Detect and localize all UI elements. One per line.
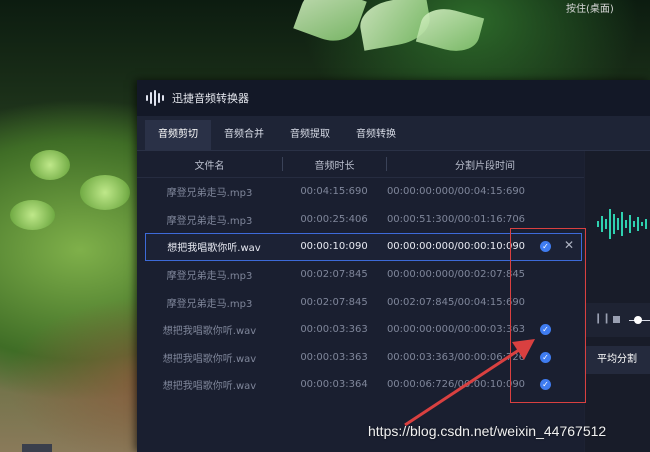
sprout-decoration [80,175,130,210]
cell-duration: 00:02:07:845 [300,269,368,281]
preview-panel: ❙❙ 平均分割 [585,151,650,452]
title-bar[interactable]: 迅捷音频转换器 [137,80,650,116]
cell-duration: 00:00:25:406 [300,213,368,225]
tab-bar: 音频剪切 音频合并 音频提取 音频转换 [137,116,650,151]
app-logo-icon [146,90,164,106]
app-title: 迅捷音频转换器 [172,92,249,105]
stop-icon[interactable] [613,316,620,323]
taskbar-item[interactable] [22,444,52,452]
pause-icon[interactable]: ❙❙ [594,313,611,324]
header-segment: 分割片段时间 [455,160,515,172]
header-duration: 音频时长 [314,160,355,172]
tab-audio-convert[interactable]: 音频转换 [343,120,409,150]
cell-segment: 00:00:00:000/00:04:15:690 [386,186,526,198]
cell-filename: 想把我唱歌你听.wav [167,243,261,255]
waveform-graphic [597,209,647,239]
cell-duration: 00:04:15:690 [300,186,368,198]
progress-handle[interactable] [634,316,642,324]
annotation-arrow [404,339,535,427]
tab-audio-merge[interactable]: 音频合并 [211,120,277,150]
cell-duration: 00:00:03:363 [300,351,368,363]
playback-controls: ❙❙ [585,303,650,337]
tab-audio-extract[interactable]: 音频提取 [277,120,343,150]
table-header: 文件名 音频时长 分割片段时间 [137,151,584,178]
tab-average-split[interactable]: 平均分割 [585,346,650,374]
cell-duration: 00:00:10:090 [300,241,368,253]
cell-filename: 摩登兄弟走马.mp3 [166,188,253,200]
cell-filename: 摩登兄弟走马.mp3 [166,271,253,283]
tab-audio-cut[interactable]: 音频剪切 [145,120,211,150]
sprout-decoration [10,200,55,230]
cell-duration: 00:02:07:845 [300,296,368,308]
desktop-label: 按住(桌面) [566,4,614,15]
cell-duration: 00:00:03:364 [300,379,368,391]
cell-filename: 摩登兄弟走马.mp3 [166,298,253,310]
cell-duration: 00:00:03:363 [300,324,368,336]
cell-segment: 00:00:00:000/00:02:07:845 [386,269,526,281]
watermark-text: https://blog.csdn.net/weixin_44767512 [368,423,607,439]
leaf-decoration [293,0,367,49]
cell-segment: 00:00:00:000/00:00:10:090 [386,241,526,253]
cell-filename: 想把我唱歌你听.wav [162,326,257,338]
cell-segment: 00:02:07:845/00:04:15:690 [386,296,526,308]
table-row[interactable]: 摩登兄弟走马.mp3 00:04:15:690 00:00:00:000/00:… [137,178,584,206]
cell-filename: 想把我唱歌你听.wav [162,381,257,393]
cell-segment: 00:00:51:300/00:01:16:706 [386,213,526,225]
cell-filename: 想把我唱歌你听.wav [162,353,257,365]
sprout-decoration [30,150,70,180]
header-filename: 文件名 [194,160,225,172]
cell-filename: 摩登兄弟走马.mp3 [166,215,253,227]
